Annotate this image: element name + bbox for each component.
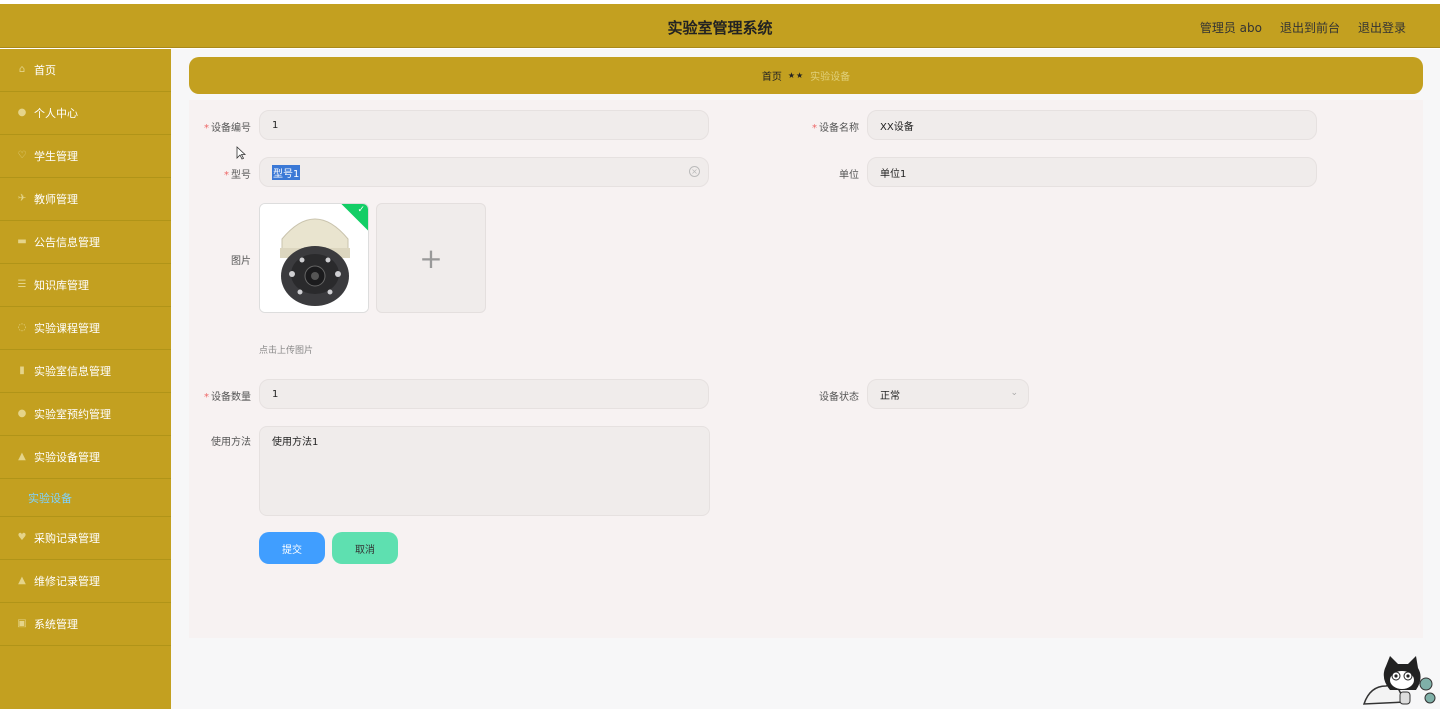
usage-label: 使用方法 [211, 437, 251, 448]
upload-hint: 点击上传图片 [259, 346, 314, 356]
model-input[interactable]: 型号1 × [259, 157, 709, 187]
reserve-icon: ● [17, 408, 27, 419]
main-content: 首页 ★★ 实验设备 * 设备编号 1 * 设备名称 XX设备 * 型号 型号1 × … [171, 49, 1440, 709]
course-icon: ◌ [17, 322, 27, 333]
plus-icon: + [419, 241, 443, 275]
sidebar-item-purchases[interactable]: ♥ 采购记录管理 [0, 517, 171, 560]
breadcrumb: 首页 ★★ 实验设备 [189, 57, 1423, 94]
sidebar-item-label: 个人中心 [34, 107, 78, 120]
sidebar-item-label: 实验室预约管理 [34, 408, 111, 421]
device-name-input[interactable]: XX设备 [867, 110, 1317, 140]
back-to-front-link[interactable]: 退出到前台 [1280, 19, 1340, 36]
top-header: 实验室管理系统 管理员 abo 退出到前台 退出登录 [0, 4, 1440, 48]
sidebar-item-students[interactable]: ♡ 学生管理 [0, 135, 171, 178]
device-icon: ▲ [18, 451, 26, 462]
upload-add-button[interactable]: + [376, 203, 486, 313]
cancel-button[interactable]: 取消 [332, 532, 398, 564]
sidebar-item-system[interactable]: ▣ 系统管理 [0, 603, 171, 646]
home-icon: ⌂ [18, 64, 26, 75]
sidebar-item-label: 实验室信息管理 [34, 365, 111, 378]
status-value: 正常 [880, 390, 900, 402]
sidebar-item-knowledge[interactable]: ☰ 知识库管理 [0, 264, 171, 307]
device-form: * 设备编号 1 * 设备名称 XX设备 * 型号 型号1 × 单位 单位1 图片 [189, 100, 1423, 638]
sidebar-item-home[interactable]: ⌂ 首页 [0, 49, 171, 92]
device-no-label: * 设备编号 [204, 123, 251, 134]
unit-input[interactable]: 单位1 [867, 157, 1317, 187]
logout-link[interactable]: 退出登录 [1358, 19, 1406, 36]
sidebar-item-repairs[interactable]: ▲ 维修记录管理 [0, 560, 171, 603]
quantity-label: * 设备数量 [204, 392, 251, 403]
usage-textarea[interactable]: 使用方法1 [259, 426, 710, 516]
sidebar-item-label: 首页 [34, 64, 56, 77]
sidebar-item-teachers[interactable]: ✈ 教师管理 [0, 178, 171, 221]
sidebar-item-label: 知识库管理 [34, 279, 89, 292]
mouse-cursor-icon [236, 146, 246, 160]
header-actions: 管理员 abo 退出到前台 退出登录 [1200, 19, 1406, 36]
sidebar-item-label: 公告信息管理 [34, 236, 100, 249]
unit-label: 单位 [839, 170, 859, 181]
sidebar-item-label: 实验课程管理 [34, 322, 100, 335]
repair-icon: ▲ [18, 575, 26, 586]
chevron-down-icon: ⌄ [1010, 388, 1018, 398]
sidebar-item-profile[interactable]: ● 个人中心 [0, 92, 171, 135]
uploaded-image[interactable]: ✓ [259, 203, 369, 313]
device-name-label: * 设备名称 [812, 123, 859, 134]
chart-icon: ▮ [19, 365, 25, 376]
mascot-icon [1362, 656, 1436, 705]
model-value: 型号1 [272, 164, 301, 180]
breadcrumb-home[interactable]: 首页 [762, 68, 782, 83]
sidebar-item-label: 系统管理 [34, 618, 78, 631]
status-label: 设备状态 [819, 392, 859, 403]
check-icon: ✓ [357, 205, 365, 215]
purchase-icon: ♥ [17, 532, 27, 543]
status-select[interactable]: 正常 ⌄ [867, 379, 1029, 409]
sidebar-item-lab-reserve[interactable]: ● 实验室预约管理 [0, 393, 171, 436]
sidebar-item-devices[interactable]: ▲ 实验设备管理 [0, 436, 171, 479]
notice-icon: ▬ [17, 236, 27, 247]
breadcrumb-current: 实验设备 [810, 72, 851, 83]
student-icon: ♡ [17, 150, 27, 161]
sidebar-item-label: 学生管理 [34, 150, 78, 163]
camera-image [260, 204, 368, 312]
sidebar-item-label: 实验设备管理 [34, 451, 100, 464]
sidebar-item-lab-info[interactable]: ▮ 实验室信息管理 [0, 350, 171, 393]
user-icon: ● [17, 107, 27, 118]
sidebar-item-courses[interactable]: ◌ 实验课程管理 [0, 307, 171, 350]
sidebar-item-label: 教师管理 [34, 193, 78, 206]
quantity-input[interactable]: 1 [259, 379, 709, 409]
sidebar-subitem-devices[interactable]: 实验设备 [0, 479, 171, 517]
sidebar-item-label: 维修记录管理 [34, 575, 100, 588]
device-no-input[interactable]: 1 [259, 110, 709, 140]
sidebar-item-notices[interactable]: ▬ 公告信息管理 [0, 221, 171, 264]
breadcrumb-separator: ★★ [787, 71, 805, 80]
model-label: * 型号 [224, 170, 251, 181]
clear-icon[interactable]: × [689, 166, 700, 177]
submit-button[interactable]: 提交 [259, 532, 325, 564]
settings-icon: ▣ [17, 618, 27, 629]
sidebar: ⌂ 首页 ● 个人中心 ♡ 学生管理 ✈ 教师管理 ▬ 公告信息管理 ☰ 知识库管理 ◌ 实验… [0, 49, 171, 709]
sidebar-item-label: 采购记录管理 [34, 532, 100, 545]
teacher-icon: ✈ [17, 193, 27, 204]
book-icon: ☰ [17, 279, 27, 290]
current-user: 管理员 abo [1199, 21, 1262, 35]
image-label: 图片 [231, 256, 251, 267]
